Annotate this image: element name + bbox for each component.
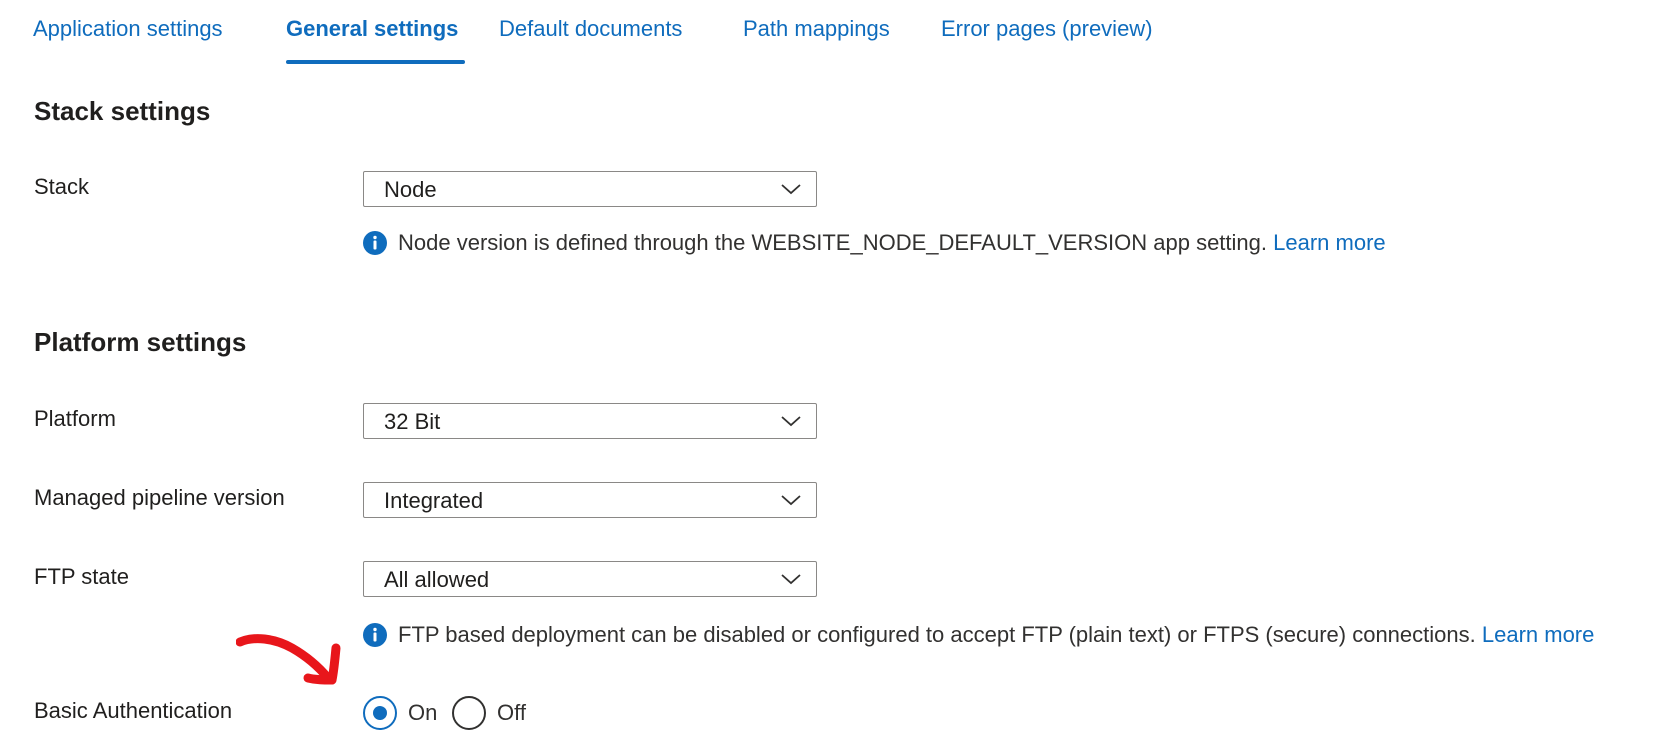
pipeline-label: Managed pipeline version (34, 485, 285, 510)
pipeline-dropdown[interactable]: Integrated (363, 482, 817, 518)
tab-default-documents[interactable]: Default documents (499, 14, 682, 44)
platform-dropdown-value: 32 Bit (384, 409, 441, 434)
basic-auth-on-label[interactable]: On (408, 698, 437, 728)
platform-dropdown[interactable]: 32 Bit (363, 403, 817, 439)
node-version-info-text: Node version is defined through the WEBS… (398, 230, 1267, 255)
tab-general-settings[interactable]: General settings (286, 14, 458, 44)
stack-dropdown-value: Node (384, 177, 437, 202)
info-icon (363, 623, 387, 647)
basic-auth-off-radio[interactable] (452, 696, 486, 730)
active-tab-indicator (286, 60, 465, 64)
platform-label: Platform (34, 406, 116, 431)
stack-dropdown[interactable]: Node (363, 171, 817, 207)
stack-settings-heading: Stack settings (34, 96, 211, 126)
red-arrow-annotation (236, 634, 341, 685)
ftp-info-text: FTP based deployment can be disabled or … (398, 622, 1476, 647)
chevron-down-icon (781, 416, 801, 427)
basic-auth-label: Basic Authentication (34, 698, 233, 723)
platform-settings-heading: Platform settings (34, 327, 247, 357)
tab-error-pages[interactable]: Error pages (preview) (941, 14, 1153, 44)
ftp-state-dropdown-value: All allowed (384, 567, 490, 592)
basic-auth-on-radio[interactable] (363, 696, 397, 730)
ftp-learn-more-link[interactable]: Learn more (1482, 622, 1595, 647)
info-icon (363, 231, 387, 255)
chevron-down-icon (781, 574, 801, 585)
ftp-state-label: FTP state (34, 564, 129, 589)
chevron-down-icon (781, 495, 801, 506)
pipeline-dropdown-value: Integrated (384, 488, 484, 513)
stack-label: Stack (34, 174, 90, 199)
ftp-state-dropdown[interactable]: All allowed (363, 561, 817, 597)
chevron-down-icon (781, 184, 801, 195)
node-learn-more-link[interactable]: Learn more (1273, 230, 1386, 255)
settings-tabs: Application settings General settings De… (0, 0, 1653, 66)
tab-application-settings[interactable]: Application settings (33, 14, 223, 44)
tab-path-mappings[interactable]: Path mappings (743, 14, 890, 44)
basic-auth-off-label[interactable]: Off (497, 698, 526, 728)
